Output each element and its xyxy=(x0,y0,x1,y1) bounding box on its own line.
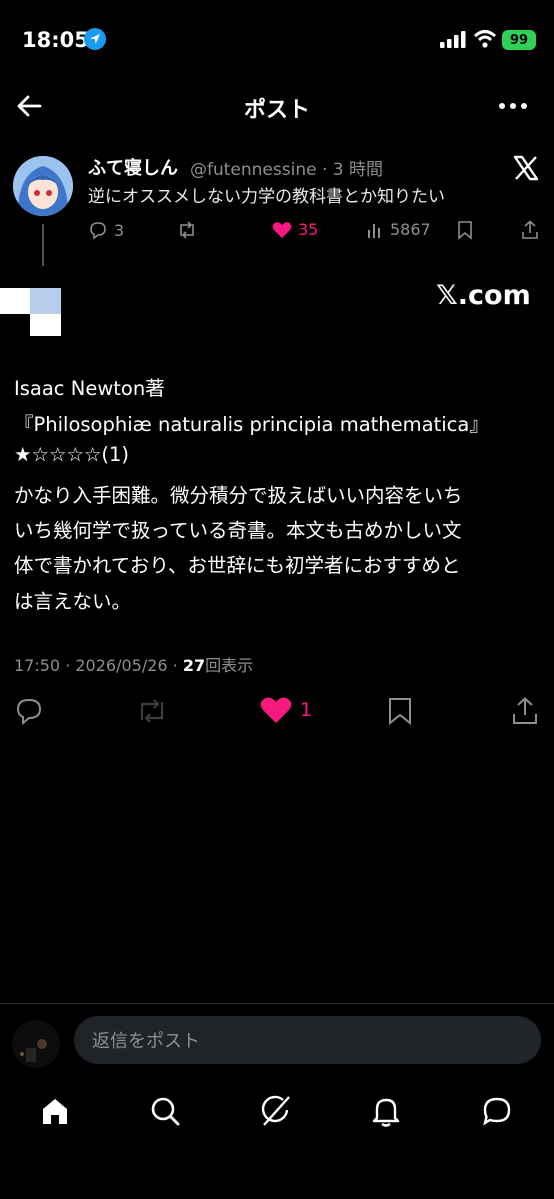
views-icon xyxy=(368,223,380,238)
bookmark-button[interactable] xyxy=(386,696,414,730)
tab-home[interactable] xyxy=(38,1094,74,1130)
bookmark-icon xyxy=(389,698,411,726)
view-count[interactable]: 27 xyxy=(183,656,205,675)
avatar[interactable] xyxy=(13,156,73,216)
wifi-icon xyxy=(473,29,497,53)
bell-icon xyxy=(372,1098,400,1127)
share-button[interactable] xyxy=(510,696,540,730)
tab-grok[interactable] xyxy=(259,1094,295,1130)
author-name[interactable]: ふて寝しん xyxy=(88,154,178,180)
quoted-bookmark-button[interactable] xyxy=(456,220,474,240)
views-count: 5867 xyxy=(390,220,431,239)
reply-button[interactable] xyxy=(14,696,44,730)
post-text-line: 体で書かれており、お世辞にも初学者におすすめと xyxy=(14,554,461,577)
reply-icon xyxy=(16,698,42,726)
post-meta: 17:50 · 2026/05/26 · 27回表示 xyxy=(14,652,253,676)
author-handle[interactable]: @futennessine · 3 時間 xyxy=(190,155,383,180)
x-logo-icon xyxy=(512,154,540,182)
retweet-icon xyxy=(180,221,194,239)
post-text-line: Isaac Newton著 xyxy=(14,377,165,400)
tab-search[interactable] xyxy=(148,1094,184,1130)
share-icon xyxy=(522,220,538,239)
reply-count: 3 xyxy=(114,220,125,240)
post-text-line: いち幾何学で扱っている奇書。本文も古めかしい文 xyxy=(14,519,462,542)
more-button[interactable] xyxy=(494,94,534,118)
like-button[interactable]: 1 xyxy=(260,696,312,724)
quoted-retweet-button[interactable] xyxy=(176,220,198,240)
share-icon xyxy=(513,697,537,724)
battery-indicator: 99 xyxy=(502,30,536,50)
views-label: 回表示 xyxy=(205,656,254,675)
thread-line xyxy=(42,224,44,266)
location-icon xyxy=(84,28,106,50)
bookmark-icon xyxy=(458,221,472,240)
post-text-line: かなり入手困難。微分積分で扱えばいい内容をいち xyxy=(14,484,463,507)
heart-icon xyxy=(260,697,292,723)
post-timestamp: 17:50 · 2026/05/26 · xyxy=(14,656,183,675)
reply-icon xyxy=(90,222,106,240)
status-time: 18:05 xyxy=(22,28,89,52)
divider xyxy=(0,1003,554,1004)
retweet-button[interactable] xyxy=(135,696,169,730)
quoted-post-text: 逆にオススメしない力学の教科書とか知りたい xyxy=(88,187,445,207)
grok-icon xyxy=(261,1095,290,1126)
quoted-reply-button[interactable]: 3 xyxy=(88,220,124,240)
my-avatar[interactable] xyxy=(12,1020,60,1068)
quoted-share-button[interactable] xyxy=(520,220,540,240)
search-icon xyxy=(151,1097,180,1126)
embed-domain[interactable]: 𝕏.com xyxy=(436,280,531,311)
retweet-icon xyxy=(140,699,164,723)
like-count: 35 xyxy=(298,220,319,239)
page-title: ポスト xyxy=(243,98,310,123)
embed-thumbnail xyxy=(0,288,61,336)
post-text-line: ★☆☆☆☆(1) xyxy=(14,443,130,466)
like-count: 1 xyxy=(300,699,313,721)
quoted-like-button[interactable]: 35 xyxy=(272,220,318,239)
reply-input[interactable]: 返信をポスト xyxy=(74,1016,541,1064)
signal-icon xyxy=(440,31,466,52)
tab-notifications[interactable] xyxy=(369,1094,405,1130)
messages-icon xyxy=(483,1097,511,1126)
post-text-line: 『Philosophiæ naturalis principia mathema… xyxy=(14,413,489,436)
post-text-line: は言えない。 xyxy=(14,590,132,613)
heart-icon xyxy=(272,221,292,238)
home-icon xyxy=(43,1099,67,1124)
quoted-views-button[interactable]: 5867 xyxy=(366,220,431,239)
more-icon xyxy=(499,103,527,109)
tab-messages[interactable] xyxy=(480,1094,516,1130)
